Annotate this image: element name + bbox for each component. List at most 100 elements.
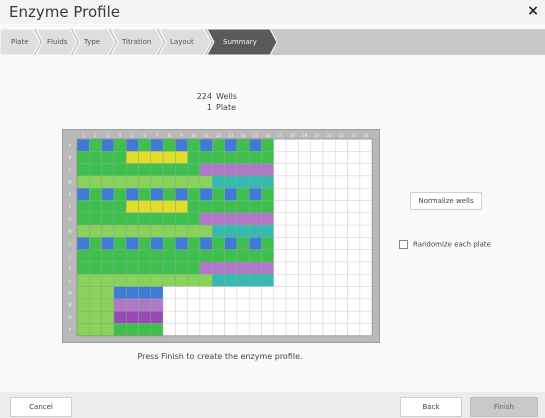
plate-well[interactable] bbox=[298, 151, 311, 164]
plate-well[interactable] bbox=[187, 323, 201, 337]
plate-well[interactable] bbox=[101, 151, 115, 164]
plate-well[interactable] bbox=[359, 274, 373, 287]
plate-well[interactable] bbox=[175, 175, 188, 189]
plate-well[interactable] bbox=[187, 274, 201, 287]
plate-well[interactable] bbox=[101, 163, 115, 177]
plate-well[interactable] bbox=[199, 187, 213, 201]
plate-well[interactable] bbox=[175, 224, 188, 238]
plate-well[interactable] bbox=[125, 151, 139, 164]
plate-well[interactable] bbox=[224, 138, 238, 152]
plate-well[interactable] bbox=[236, 274, 250, 287]
plate-well[interactable] bbox=[261, 224, 275, 238]
plate-well[interactable] bbox=[76, 200, 90, 214]
plate-well[interactable] bbox=[138, 298, 152, 312]
plate-well[interactable] bbox=[76, 163, 90, 177]
plate-well[interactable] bbox=[175, 249, 188, 263]
plate-well[interactable] bbox=[285, 163, 299, 177]
plate-well[interactable] bbox=[285, 200, 299, 214]
plate-well[interactable] bbox=[347, 163, 361, 177]
plate-well[interactable] bbox=[187, 138, 201, 152]
plate-well[interactable] bbox=[138, 274, 152, 287]
plate-well[interactable] bbox=[224, 212, 238, 226]
plate-well[interactable] bbox=[347, 286, 361, 300]
plate-well[interactable] bbox=[162, 200, 176, 214]
plate-well[interactable] bbox=[212, 310, 225, 324]
plate-well[interactable] bbox=[150, 187, 164, 201]
plate-well[interactable] bbox=[310, 261, 324, 275]
plate-well[interactable] bbox=[199, 138, 213, 152]
plate-well[interactable] bbox=[199, 249, 213, 263]
plate-well[interactable] bbox=[150, 274, 164, 287]
plate-well[interactable] bbox=[273, 175, 287, 189]
plate-well[interactable] bbox=[138, 237, 152, 250]
plate-well[interactable] bbox=[162, 224, 176, 238]
plate-well[interactable] bbox=[236, 163, 250, 177]
plate-well[interactable] bbox=[76, 310, 90, 324]
plate-well[interactable] bbox=[162, 310, 176, 324]
plate-well[interactable] bbox=[335, 151, 348, 164]
plate-well[interactable] bbox=[248, 163, 262, 177]
plate-well[interactable] bbox=[212, 286, 225, 300]
plate-well[interactable] bbox=[285, 237, 299, 250]
plate-well[interactable] bbox=[224, 187, 238, 201]
plate-well[interactable] bbox=[359, 261, 373, 275]
plate-well[interactable] bbox=[125, 298, 139, 312]
plate-well[interactable] bbox=[125, 274, 139, 287]
plate-well[interactable] bbox=[359, 212, 373, 226]
plate-well[interactable] bbox=[273, 187, 287, 201]
plate-well[interactable] bbox=[273, 261, 287, 275]
plate-well[interactable] bbox=[175, 237, 188, 250]
plate-well[interactable] bbox=[273, 163, 287, 177]
plate-well[interactable] bbox=[248, 274, 262, 287]
plate-well[interactable] bbox=[199, 261, 213, 275]
plate-well[interactable] bbox=[212, 261, 225, 275]
plate-well[interactable] bbox=[322, 274, 336, 287]
plate-well[interactable] bbox=[101, 212, 115, 226]
plate-well[interactable] bbox=[199, 237, 213, 250]
plate-well[interactable] bbox=[89, 323, 102, 337]
plate-well[interactable] bbox=[76, 249, 90, 263]
plate-well[interactable] bbox=[101, 224, 115, 238]
plate-well[interactable] bbox=[150, 261, 164, 275]
plate-well[interactable] bbox=[101, 138, 115, 152]
plate-well[interactable] bbox=[322, 138, 336, 152]
plate-well[interactable] bbox=[175, 151, 188, 164]
plate-well[interactable] bbox=[187, 151, 201, 164]
plate-well[interactable] bbox=[150, 224, 164, 238]
plate-well[interactable] bbox=[310, 200, 324, 214]
plate-well[interactable] bbox=[162, 212, 176, 226]
plate-well[interactable] bbox=[236, 310, 250, 324]
plate-well[interactable] bbox=[76, 151, 90, 164]
plate-well[interactable] bbox=[298, 138, 311, 152]
plate-well[interactable] bbox=[298, 175, 311, 189]
plate-well[interactable] bbox=[236, 138, 250, 152]
plate-well[interactable] bbox=[199, 224, 213, 238]
plate-well[interactable] bbox=[150, 212, 164, 226]
plate-well[interactable] bbox=[310, 249, 324, 263]
plate-well[interactable] bbox=[285, 187, 299, 201]
plate-well[interactable] bbox=[162, 175, 176, 189]
plate-well[interactable] bbox=[248, 298, 262, 312]
plate-well[interactable] bbox=[347, 323, 361, 337]
plate-well[interactable] bbox=[335, 175, 348, 189]
plate-well[interactable] bbox=[322, 200, 336, 214]
plate-well[interactable] bbox=[322, 151, 336, 164]
plate-well[interactable] bbox=[76, 274, 90, 287]
plate-well[interactable] bbox=[298, 274, 311, 287]
plate-well[interactable] bbox=[224, 237, 238, 250]
plate-well[interactable] bbox=[273, 224, 287, 238]
plate-well[interactable] bbox=[298, 261, 311, 275]
plate-well[interactable] bbox=[285, 286, 299, 300]
plate-well[interactable] bbox=[187, 298, 201, 312]
plate-well[interactable] bbox=[150, 249, 164, 263]
randomize-plate-checkbox[interactable]: Randomize each plate bbox=[399, 240, 491, 249]
plate-well[interactable] bbox=[89, 200, 102, 214]
plate-well[interactable] bbox=[199, 286, 213, 300]
plate-well[interactable] bbox=[212, 274, 225, 287]
plate-well[interactable] bbox=[261, 261, 275, 275]
plate-well[interactable] bbox=[162, 138, 176, 152]
plate-well[interactable] bbox=[285, 212, 299, 226]
plate-well[interactable] bbox=[224, 224, 238, 238]
plate-well[interactable] bbox=[76, 175, 90, 189]
plate-well[interactable] bbox=[224, 323, 238, 337]
